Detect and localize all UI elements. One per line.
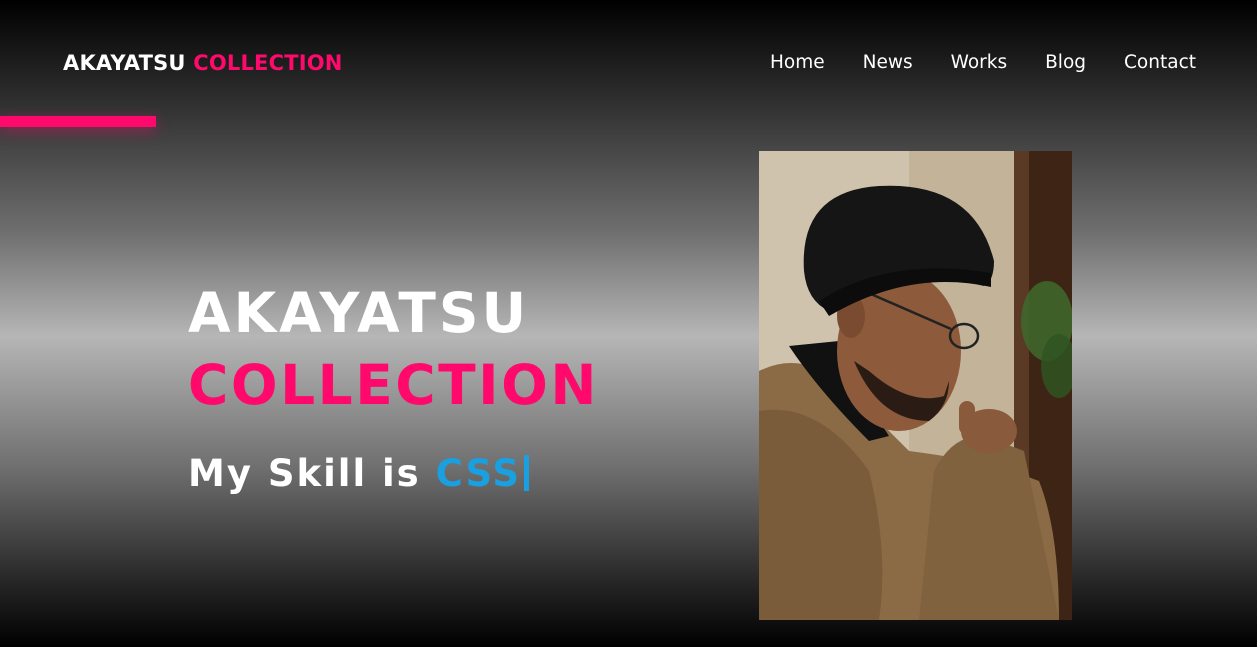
logo-primary-text: AKAYATSU <box>63 51 186 75</box>
main-nav: Home News Works Blog Contact <box>770 50 1196 76</box>
hero-photo <box>759 151 1072 620</box>
accent-bar <box>0 116 156 127</box>
logo-accent-text: COLLECTION <box>193 51 343 75</box>
nav-home-link[interactable]: Home <box>770 50 825 76</box>
hero-title-primary: AKAYATSU <box>188 281 530 345</box>
typing-cursor <box>524 455 530 491</box>
nav-blog-link[interactable]: Blog <box>1045 50 1086 76</box>
site-logo[interactable]: AKAYATSU COLLECTION <box>63 49 343 77</box>
skill-line: My Skill is CSS <box>188 450 530 498</box>
skill-value: CSS <box>435 452 522 495</box>
hero-title-accent: COLLECTION <box>188 353 599 417</box>
nav-works-link[interactable]: Works <box>951 50 1008 76</box>
skill-prefix: My Skill is <box>188 452 421 495</box>
nav-news-link[interactable]: News <box>863 50 913 76</box>
hero-photo-illustration <box>759 151 1072 620</box>
nav-contact-link[interactable]: Contact <box>1124 50 1196 76</box>
